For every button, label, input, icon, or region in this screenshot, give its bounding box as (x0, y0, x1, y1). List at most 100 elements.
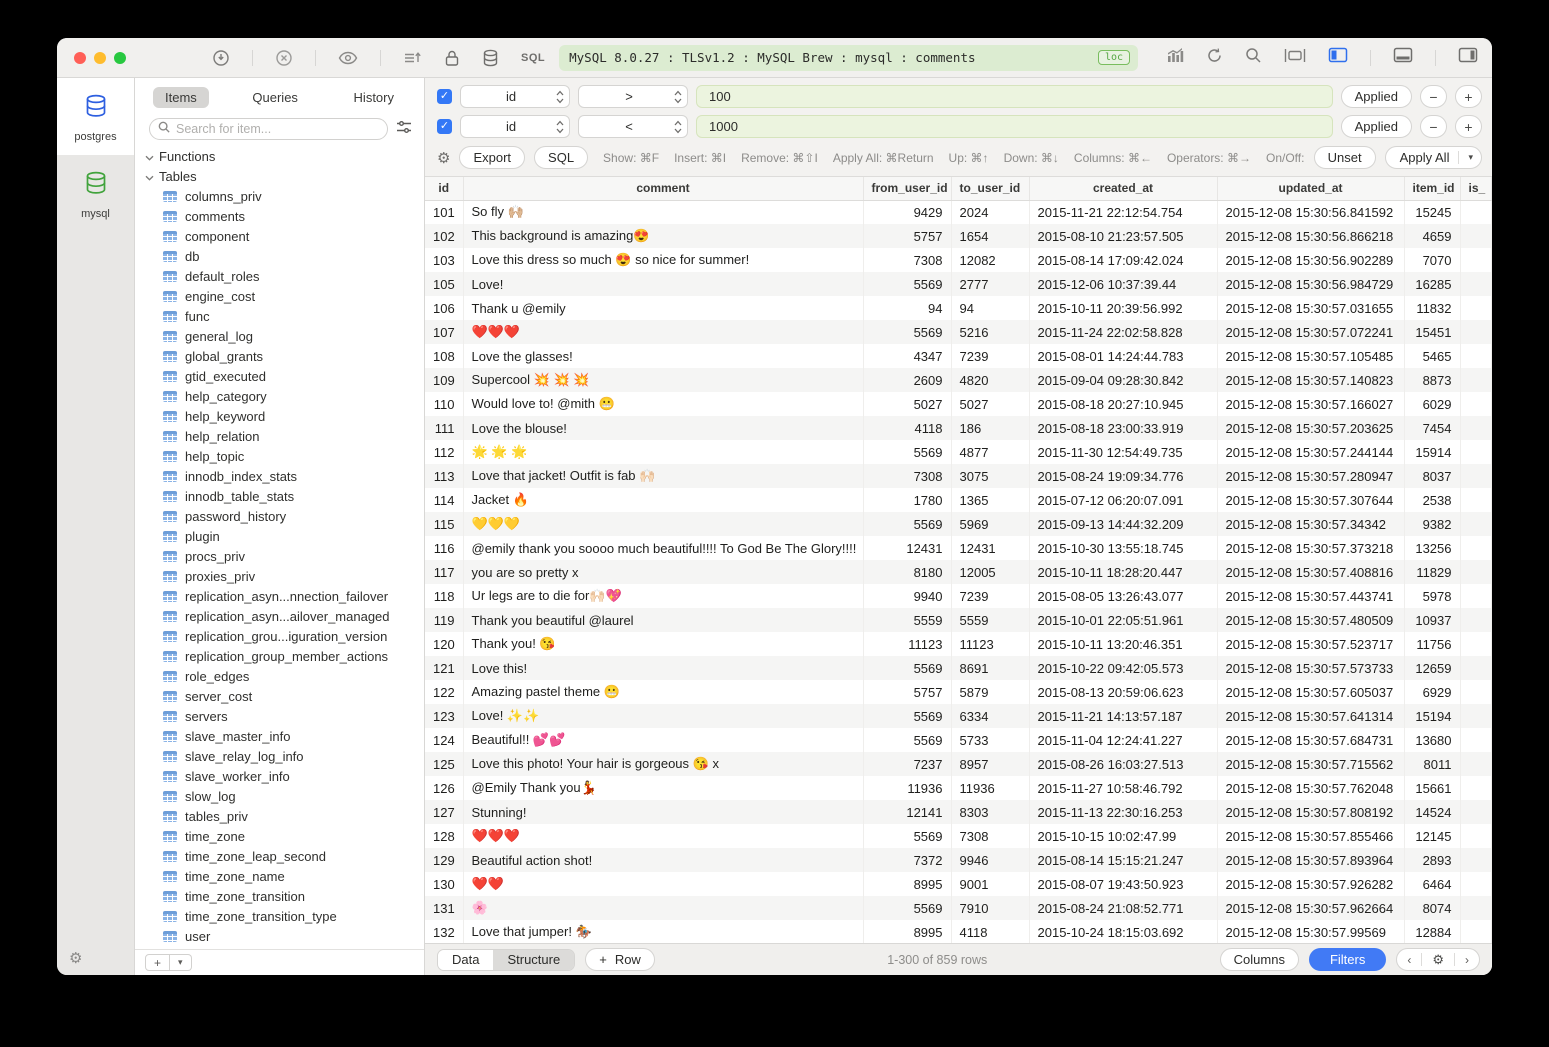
cell-to-user-id[interactable]: 8303 (951, 800, 1029, 824)
filter-value-input[interactable] (697, 116, 1332, 137)
table-list-item[interactable]: time_zone_leap_second (135, 846, 424, 866)
cell-is[interactable] (1460, 464, 1492, 488)
cell-from-user-id[interactable]: 5569 (863, 824, 951, 848)
cell-to-user-id[interactable]: 7910 (951, 896, 1029, 920)
grid-row[interactable]: 126 @Emily Thank you💃 11936 11936 2015-1… (425, 776, 1492, 800)
cell-item-id[interactable]: 8873 (1404, 368, 1460, 392)
cell-is[interactable] (1460, 704, 1492, 728)
cell-created-at[interactable]: 2015-08-24 19:09:34.776 (1029, 464, 1217, 488)
cell-to-user-id[interactable]: 3075 (951, 464, 1029, 488)
cell-is[interactable] (1460, 920, 1492, 943)
connection-title-pill[interactable]: MySQL 8.0.27 : TLSv1.2 : MySQL Brew : my… (559, 45, 1138, 71)
filter-settings-gear-icon[interactable]: ⚙ (437, 149, 450, 167)
cell-id[interactable]: 128 (425, 824, 463, 848)
grid-row[interactable]: 129 Beautiful action shot! 7372 9946 201… (425, 848, 1492, 872)
cell-id[interactable]: 105 (425, 272, 463, 296)
settings-gear-icon[interactable]: ⚙ (69, 950, 82, 967)
cell-item-id[interactable]: 7070 (1404, 248, 1460, 272)
cell-item-id[interactable]: 8037 (1404, 464, 1460, 488)
cell-to-user-id[interactable]: 8957 (951, 752, 1029, 776)
cell-is[interactable] (1460, 200, 1492, 224)
cell-comment[interactable]: 🌟 🌟 🌟 (463, 440, 863, 464)
cell-comment[interactable]: @emily thank you soooo much beautiful!!!… (463, 536, 863, 560)
cell-from-user-id[interactable]: 8995 (863, 920, 951, 943)
cell-to-user-id[interactable]: 4877 (951, 440, 1029, 464)
table-list-item[interactable]: servers (135, 706, 424, 726)
cell-updated-at[interactable]: 2015-12-08 15:30:57.99569 (1217, 920, 1404, 943)
cell-updated-at[interactable]: 2015-12-08 15:30:57.962664 (1217, 896, 1404, 920)
cell-id[interactable]: 131 (425, 896, 463, 920)
cell-created-at[interactable]: 2015-08-01 14:24:44.783 (1029, 344, 1217, 368)
cell-updated-at[interactable]: 2015-12-08 15:30:57.105485 (1217, 344, 1404, 368)
cell-updated-at[interactable]: 2015-12-08 15:30:57.244144 (1217, 440, 1404, 464)
cell-created-at[interactable]: 2015-09-13 14:44:32.209 (1029, 512, 1217, 536)
cell-is[interactable] (1460, 344, 1492, 368)
cell-to-user-id[interactable]: 1365 (951, 488, 1029, 512)
cell-item-id[interactable]: 6029 (1404, 392, 1460, 416)
cell-updated-at[interactable]: 2015-12-08 15:30:57.031655 (1217, 296, 1404, 320)
cell-item-id[interactable]: 6929 (1404, 680, 1460, 704)
cell-from-user-id[interactable]: 1780 (863, 488, 951, 512)
cell-to-user-id[interactable]: 4118 (951, 920, 1029, 943)
cell-from-user-id[interactable]: 8995 (863, 872, 951, 896)
grid-row[interactable]: 125 Love this photo! Your hair is gorgeo… (425, 752, 1492, 776)
table-list-item[interactable]: proxies_priv (135, 566, 424, 586)
table-list-item[interactable]: time_zone_name (135, 866, 424, 886)
cell-from-user-id[interactable]: 7372 (863, 848, 951, 872)
cell-from-user-id[interactable]: 7308 (863, 248, 951, 272)
cell-comment[interactable]: ❤️❤️❤️ (463, 824, 863, 848)
cell-comment[interactable]: Stunning! (463, 800, 863, 824)
cell-to-user-id[interactable]: 4820 (951, 368, 1029, 392)
cell-updated-at[interactable]: 2015-12-08 15:30:57.140823 (1217, 368, 1404, 392)
connection-mysql[interactable]: mysql (57, 155, 134, 232)
grid-row[interactable]: 119 Thank you beautiful @laurel 5559 555… (425, 608, 1492, 632)
cell-comment[interactable]: Would love to! @mith 😬 (463, 392, 863, 416)
cell-from-user-id[interactable]: 4347 (863, 344, 951, 368)
cell-updated-at[interactable]: 2015-12-08 15:30:57.893964 (1217, 848, 1404, 872)
cell-updated-at[interactable]: 2015-12-08 15:30:57.072241 (1217, 320, 1404, 344)
grid-row[interactable]: 122 Amazing pastel theme 😬 5757 5879 201… (425, 680, 1492, 704)
add-filter-button[interactable]: + (1455, 85, 1482, 108)
filter-applied-button[interactable]: Applied (1341, 85, 1412, 108)
table-list-item[interactable]: db (135, 246, 424, 266)
cell-to-user-id[interactable]: 94 (951, 296, 1029, 320)
cell-item-id[interactable]: 12884 (1404, 920, 1460, 943)
cell-to-user-id[interactable]: 5969 (951, 512, 1029, 536)
cell-is[interactable] (1460, 728, 1492, 752)
cell-created-at[interactable]: 2015-10-11 18:28:20.447 (1029, 560, 1217, 584)
cell-item-id[interactable]: 15451 (1404, 320, 1460, 344)
cell-updated-at[interactable]: 2015-12-08 15:30:57.373218 (1217, 536, 1404, 560)
grid-row[interactable]: 131 🌸 5569 7910 2015-08-24 21:08:52.771 … (425, 896, 1492, 920)
table-list-item[interactable]: procs_priv (135, 546, 424, 566)
table-list-item[interactable]: gtid_executed (135, 366, 424, 386)
grid-row[interactable]: 110 Would love to! @mith 😬 5027 5027 201… (425, 392, 1492, 416)
cell-item-id[interactable]: 7454 (1404, 416, 1460, 440)
cell-updated-at[interactable]: 2015-12-08 15:30:56.902289 (1217, 248, 1404, 272)
cell-updated-at[interactable]: 2015-12-08 15:30:57.641314 (1217, 704, 1404, 728)
grid-row[interactable]: 103 Love this dress so much 😍 so nice fo… (425, 248, 1492, 272)
cell-from-user-id[interactable]: 5569 (863, 728, 951, 752)
toggle-bottom-panel-icon[interactable] (1393, 47, 1413, 68)
cell-created-at[interactable]: 2015-11-30 12:54:49.735 (1029, 440, 1217, 464)
cell-item-id[interactable]: 8011 (1404, 752, 1460, 776)
cell-to-user-id[interactable]: 1654 (951, 224, 1029, 248)
cell-comment[interactable]: Thank you! 😘 (463, 632, 863, 656)
cell-updated-at[interactable]: 2015-12-08 15:30:56.866218 (1217, 224, 1404, 248)
cell-to-user-id[interactable]: 6334 (951, 704, 1029, 728)
cell-id[interactable]: 125 (425, 752, 463, 776)
cell-id[interactable]: 130 (425, 872, 463, 896)
column-header-item-id[interactable]: item_id (1404, 177, 1460, 200)
cell-item-id[interactable]: 11829 (1404, 560, 1460, 584)
cell-comment[interactable]: Supercool 💥 💥 💥 (463, 368, 863, 392)
table-list-item[interactable]: time_zone (135, 826, 424, 846)
cell-is[interactable] (1460, 392, 1492, 416)
grid-row[interactable]: 124 Beautiful!! 💕💕 5569 5733 2015-11-04 … (425, 728, 1492, 752)
cell-created-at[interactable]: 2015-11-21 22:12:54.754 (1029, 200, 1217, 224)
cell-id[interactable]: 126 (425, 776, 463, 800)
cell-updated-at[interactable]: 2015-12-08 15:30:57.573733 (1217, 656, 1404, 680)
cell-from-user-id[interactable]: 5569 (863, 704, 951, 728)
cell-to-user-id[interactable]: 5216 (951, 320, 1029, 344)
cell-created-at[interactable]: 2015-10-11 20:39:56.992 (1029, 296, 1217, 320)
cell-created-at[interactable]: 2015-08-24 21:08:52.771 (1029, 896, 1217, 920)
sql-preview-button[interactable]: SQL (534, 146, 588, 169)
